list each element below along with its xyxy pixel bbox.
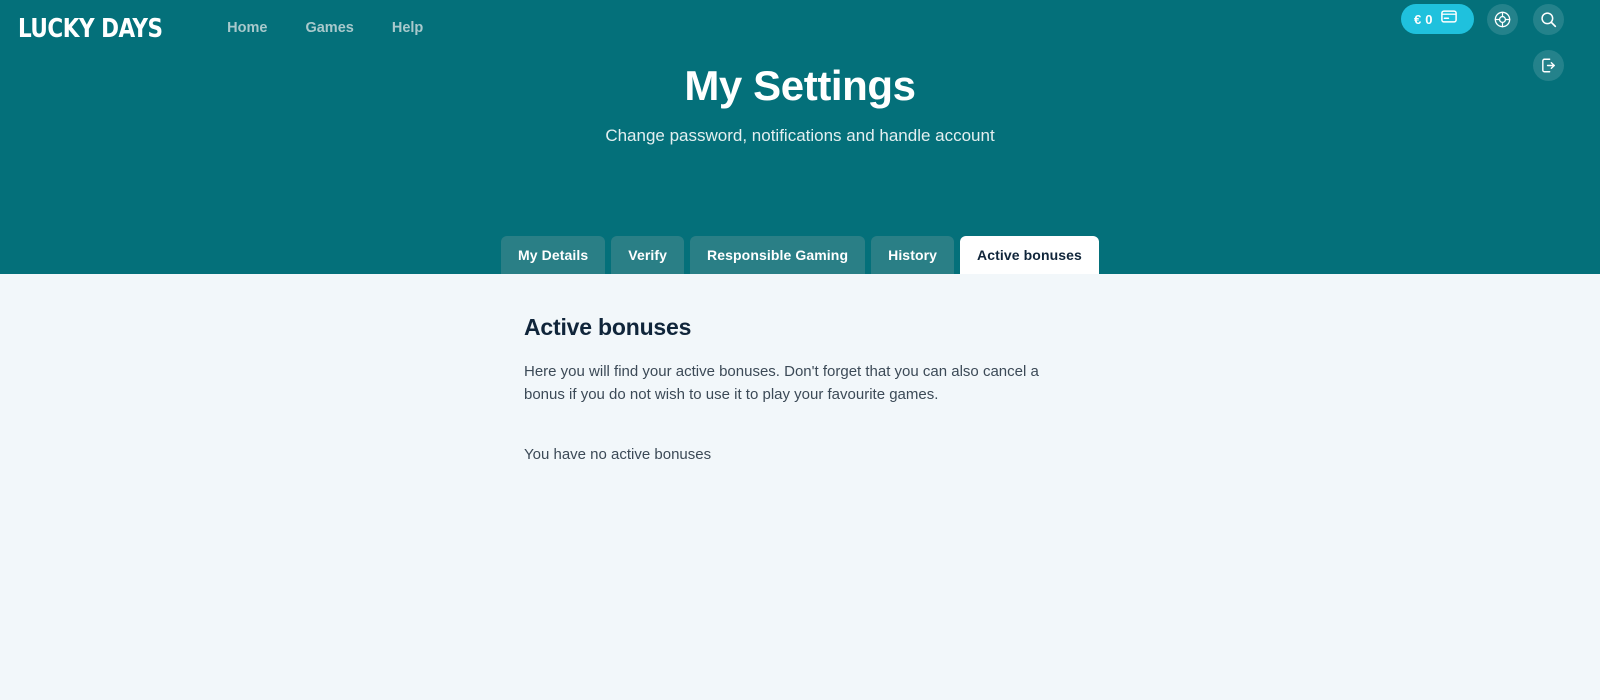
tab-verify[interactable]: Verify [611, 236, 685, 274]
nav-item-games[interactable]: Games [305, 20, 353, 36]
nav-item-help[interactable]: Help [392, 20, 423, 36]
tab-responsible-gaming[interactable]: Responsible Gaming [690, 236, 866, 274]
tab-history[interactable]: History [871, 236, 955, 274]
page-title: My Settings [684, 62, 916, 109]
top-navigation-bar: LUCKY DAYS Home Games Help [0, 0, 1600, 56]
section-description: Here you will find your active bonuses. … [524, 362, 1039, 403]
settings-tabs: My Details Verify Responsible Gaming His… [0, 236, 1600, 274]
main-nav: Home Games Help [227, 20, 423, 36]
tab-active-bonuses[interactable]: Active bonuses [960, 236, 1099, 274]
nav-item-home[interactable]: Home [227, 20, 267, 36]
tab-my-details[interactable]: My Details [501, 236, 606, 274]
page-root: LUCKY DAYS Home Games Help € 0 My Settin… [0, 0, 1600, 700]
page-subtitle: Change password, notifications and handl… [605, 126, 995, 145]
main-content: Active bonuses Here you will find your a… [0, 274, 1600, 700]
empty-state-message: You have no active bonuses [524, 446, 712, 464]
active-bonuses-panel: Active bonuses Here you will find your a… [524, 314, 1104, 467]
brand-logo[interactable]: LUCKY DAYS [18, 14, 163, 42]
section-title: Active bonuses [524, 314, 692, 340]
